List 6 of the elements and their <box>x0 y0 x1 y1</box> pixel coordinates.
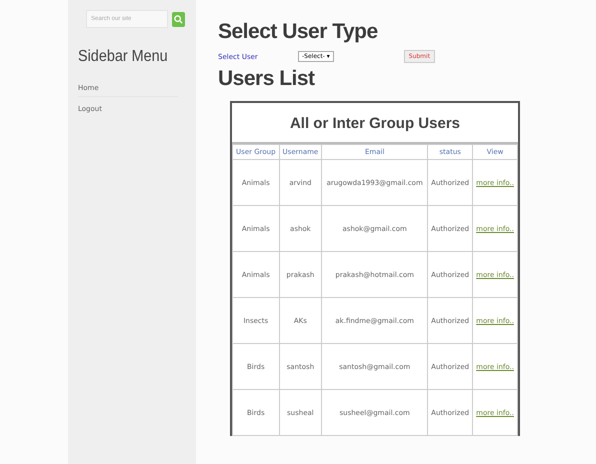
section-heading: Select User Type <box>218 20 379 44</box>
search-icon <box>174 14 183 24</box>
sidebar-title: Sidebar Menu <box>78 48 169 66</box>
search-button[interactable] <box>172 12 185 26</box>
section-heading: Users List <box>218 67 316 91</box>
table-title: All or Inter Group Users <box>232 103 518 144</box>
